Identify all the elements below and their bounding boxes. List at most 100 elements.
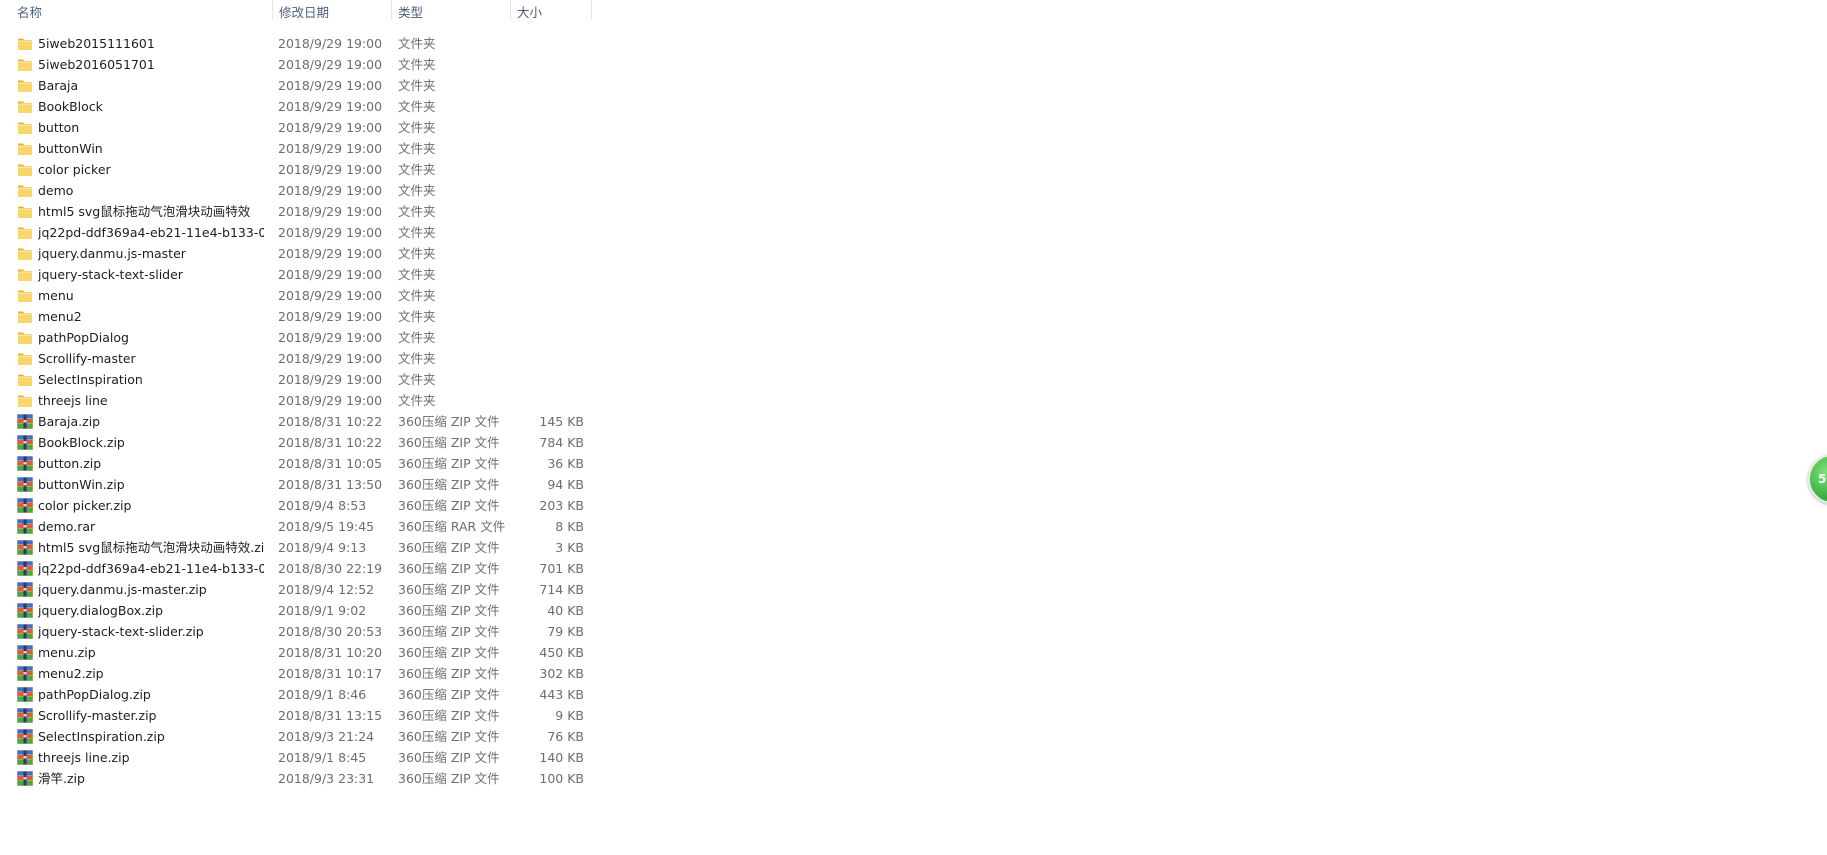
- file-size: 36 KB: [547, 456, 584, 471]
- file-row[interactable]: demo 2018/9/29 19:00 文件夹: [0, 180, 592, 201]
- file-name: 滑竿.zip: [38, 771, 85, 786]
- file-modified-date: 2018/9/4 9:13: [278, 540, 367, 555]
- file-type: 文件夹: [398, 120, 436, 135]
- file-row[interactable]: BookBlock 2018/9/29 19:00 文件夹: [0, 96, 592, 117]
- file-modified-date: 2018/9/29 19:00: [278, 372, 383, 387]
- column-divider[interactable]: [591, 0, 592, 20]
- file-row[interactable]: Scrollify-master 2018/9/29 19:00 文件夹: [0, 348, 592, 369]
- file-name: button.zip: [38, 456, 102, 471]
- column-header-size[interactable]: 大小: [511, 0, 591, 26]
- archive-icon: [17, 771, 33, 786]
- file-name: button: [38, 120, 80, 135]
- file-row[interactable]: html5 svg鼠标拖动气泡滑块动画特效 2018/9/29 19:00 文件夹: [0, 201, 592, 222]
- file-row[interactable]: Baraja 2018/9/29 19:00 文件夹: [0, 75, 592, 96]
- file-modified-date: 2018/9/3 23:31: [278, 771, 375, 786]
- file-row[interactable]: jquery-stack-text-slider.zip 2018/8/30 20…: [0, 621, 592, 642]
- file-name: 5iweb2015111601: [38, 36, 155, 51]
- file-modified-date: 2018/8/31 10:22: [278, 435, 383, 450]
- file-name: color picker: [38, 162, 111, 177]
- file-row[interactable]: jquery.dialogBox.zip 2018/9/1 9:02 360压缩 Z…: [0, 600, 592, 621]
- file-name: SelectInspiration.zip: [38, 729, 165, 744]
- file-row[interactable]: Baraja.zip 2018/8/31 10:22 360压缩 ZIP 文件 145…: [0, 411, 592, 432]
- file-row[interactable]: SelectInspiration 2018/9/29 19:00 文件夹: [0, 369, 592, 390]
- file-row[interactable]: menu 2018/9/29 19:00 文件夹: [0, 285, 592, 306]
- file-row[interactable]: pathPopDialog 2018/9/29 19:00 文件夹: [0, 327, 592, 348]
- file-name: jquery-stack-text-slider.zip: [38, 624, 204, 639]
- file-size: 302 KB: [539, 666, 584, 681]
- folder-icon: [17, 99, 33, 114]
- file-row[interactable]: menu2 2018/9/29 19:00 文件夹: [0, 306, 592, 327]
- file-row[interactable]: html5 svg鼠标拖动气泡滑块动画特效.zip 2018/9/4 9:13 36…: [0, 537, 592, 558]
- file-type: 文件夹: [398, 309, 436, 324]
- file-type: 360压缩 ZIP 文件: [398, 561, 500, 576]
- file-modified-date: 2018/9/29 19:00: [278, 225, 383, 240]
- file-row[interactable]: jquery.danmu.js-master 2018/9/29 19:00 文件夹: [0, 243, 592, 264]
- file-row[interactable]: buttonWin 2018/9/29 19:00 文件夹: [0, 138, 592, 159]
- archive-icon: [17, 708, 33, 723]
- file-type: 360压缩 ZIP 文件: [398, 750, 500, 765]
- file-row[interactable]: pathPopDialog.zip 2018/9/1 8:46 360压缩 ZIP …: [0, 684, 592, 705]
- floating-widget-label: 59: [1818, 472, 1827, 486]
- file-name: jq22pd-ddf369a4-eb21-11e4-b133-0...: [38, 561, 264, 576]
- file-row[interactable]: button.zip 2018/8/31 10:05 360压缩 ZIP 文件 36 …: [0, 453, 592, 474]
- archive-icon: [17, 414, 33, 429]
- column-header-type[interactable]: 类型: [392, 0, 510, 26]
- file-name: demo.rar: [38, 519, 96, 534]
- file-row[interactable]: jquery.danmu.js-master.zip 2018/9/4 12:52…: [0, 579, 592, 600]
- file-type: 文件夹: [398, 162, 436, 177]
- file-row[interactable]: Scrollify-master.zip 2018/8/31 13:15 360压缩…: [0, 705, 592, 726]
- file-size: 94 KB: [547, 477, 584, 492]
- file-modified-date: 2018/8/31 13:15: [278, 708, 383, 723]
- file-row[interactable]: color picker 2018/9/29 19:00 文件夹: [0, 159, 592, 180]
- file-name: BookBlock: [38, 99, 103, 114]
- column-header-name-label: 名称: [17, 5, 43, 20]
- file-name: demo: [38, 183, 74, 198]
- file-name: menu2: [38, 309, 82, 324]
- file-type: 360压缩 ZIP 文件: [398, 708, 500, 723]
- file-row[interactable]: color picker.zip 2018/9/4 8:53 360压缩 ZIP 文…: [0, 495, 592, 516]
- file-row[interactable]: threejs line.zip 2018/9/1 8:45 360压缩 ZIP 文…: [0, 747, 592, 768]
- archive-icon: [17, 666, 33, 681]
- file-row[interactable]: demo.rar 2018/9/5 19:45 360压缩 RAR 文件 8 KB: [0, 516, 592, 537]
- file-size: 203 KB: [539, 498, 584, 513]
- file-row[interactable]: 5iweb2015111601 2018/9/29 19:00 文件夹: [0, 33, 592, 54]
- file-row[interactable]: threejs line 2018/9/29 19:00 文件夹: [0, 390, 592, 411]
- archive-icon: [17, 729, 33, 744]
- file-list: 5iweb2015111601 2018/9/29 19:00 文件夹 5iweb20…: [0, 33, 592, 789]
- file-type: 360压缩 ZIP 文件: [398, 540, 500, 555]
- archive-icon: [17, 477, 33, 492]
- file-row[interactable]: SelectInspiration.zip 2018/9/3 21:24 360压缩…: [0, 726, 592, 747]
- folder-icon: [17, 183, 33, 198]
- folder-icon: [17, 330, 33, 345]
- file-row[interactable]: jq22pd-ddf369a4-eb21-11e4-b133-0... 2018/…: [0, 222, 592, 243]
- file-modified-date: 2018/9/29 19:00: [278, 57, 383, 72]
- file-size: 145 KB: [539, 414, 584, 429]
- file-row[interactable]: jq22pd-ddf369a4-eb21-11e4-b133-0... 2018/…: [0, 558, 592, 579]
- file-row[interactable]: BookBlock.zip 2018/8/31 10:22 360压缩 ZIP 文件…: [0, 432, 592, 453]
- archive-icon: [17, 687, 33, 702]
- file-row[interactable]: menu.zip 2018/8/31 10:20 360压缩 ZIP 文件 450 K…: [0, 642, 592, 663]
- file-row[interactable]: 5iweb2016051701 2018/9/29 19:00 文件夹: [0, 54, 592, 75]
- file-size: 9 KB: [555, 708, 584, 723]
- file-size: 40 KB: [547, 603, 584, 618]
- column-header-date[interactable]: 修改日期: [273, 0, 391, 26]
- file-name: jquery.danmu.js-master.zip: [38, 582, 207, 597]
- column-header-name[interactable]: ^ 名称: [11, 0, 271, 26]
- file-row[interactable]: buttonWin.zip 2018/8/31 13:50 360压缩 ZIP 文件…: [0, 474, 592, 495]
- file-name: BookBlock.zip: [38, 435, 125, 450]
- floating-widget-button[interactable]: 59: [1808, 454, 1827, 504]
- file-row[interactable]: jquery-stack-text-slider 2018/9/29 19:00 文…: [0, 264, 592, 285]
- file-type: 文件夹: [398, 99, 436, 114]
- file-modified-date: 2018/9/29 19:00: [278, 141, 383, 156]
- file-type: 360压缩 RAR 文件: [398, 519, 506, 534]
- file-row[interactable]: button 2018/9/29 19:00 文件夹: [0, 117, 592, 138]
- file-row[interactable]: 滑竿.zip 2018/9/3 23:31 360压缩 ZIP 文件 100 KB: [0, 768, 592, 789]
- file-modified-date: 2018/9/29 19:00: [278, 288, 383, 303]
- file-name: pathPopDialog: [38, 330, 129, 345]
- file-type: 文件夹: [398, 351, 436, 366]
- file-type: 360压缩 ZIP 文件: [398, 666, 500, 681]
- file-row[interactable]: menu2.zip 2018/8/31 10:17 360压缩 ZIP 文件 302 …: [0, 663, 592, 684]
- file-type: 文件夹: [398, 141, 436, 156]
- file-size: 79 KB: [547, 624, 584, 639]
- archive-icon: [17, 750, 33, 765]
